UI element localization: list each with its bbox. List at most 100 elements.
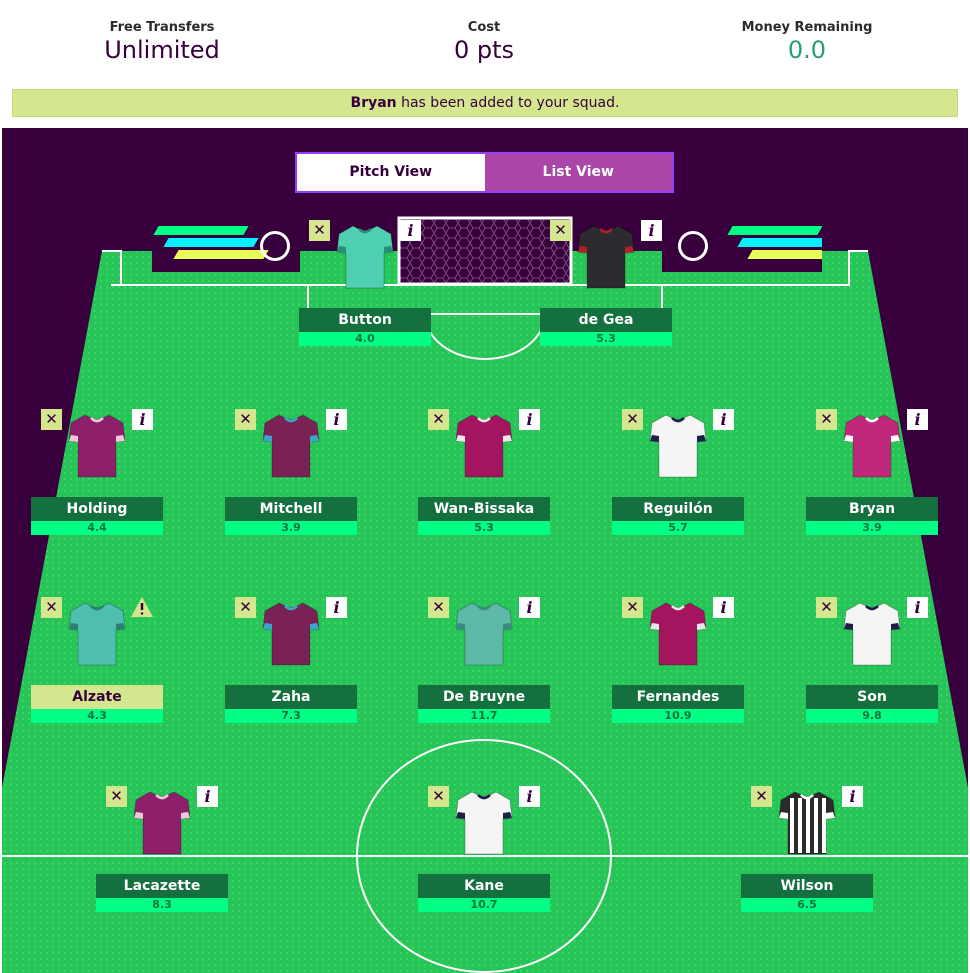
remove-player-close-icon[interactable]: ✕ <box>550 220 571 241</box>
free-transfers-value: Unlimited <box>104 36 220 64</box>
player-info-icon[interactable]: i <box>132 409 153 430</box>
remove-player-close-icon[interactable]: ✕ <box>622 597 643 618</box>
player-card[interactable]: ✕ i Lacazette 8.3 <box>96 786 228 936</box>
player-shirt <box>649 414 707 478</box>
player-name: Wan-Bissaka <box>418 497 550 521</box>
remove-player-close-icon[interactable]: ✕ <box>428 597 449 618</box>
player-info-icon[interactable]: i <box>907 409 928 430</box>
player-name: Reguilón <box>612 497 744 521</box>
remove-player-close-icon[interactable]: ✕ <box>816 409 837 430</box>
squad-added-alert: Bryan has been added to your squad. <box>12 89 958 117</box>
player-info-icon[interactable]: i <box>326 409 347 430</box>
remove-player-close-icon[interactable]: ✕ <box>428 786 449 807</box>
premier-league-board-right <box>662 220 822 272</box>
player-card[interactable]: ✕ i Button 4.0 <box>299 220 431 370</box>
player-card[interactable]: ✕ i Mitchell 3.9 <box>225 409 357 559</box>
cost-stat: Cost 0 pts <box>374 20 594 64</box>
money-remaining-stat: Money Remaining 0.0 <box>697 20 917 64</box>
cost-value: 0 pts <box>453 36 515 64</box>
player-shirt <box>336 225 394 289</box>
remove-player-close-icon[interactable]: ✕ <box>309 220 330 241</box>
player-name: Fernandes <box>612 685 744 709</box>
alert-text: has been added to your squad. <box>396 95 620 111</box>
player-shirt <box>262 414 320 478</box>
player-info-icon[interactable]: i <box>197 786 218 807</box>
player-card[interactable]: ✕ i Son 9.8 <box>806 597 938 747</box>
pitch: Pitch View List View ✕ i Button 4.0 ✕ i de Gea… <box>2 128 968 973</box>
player-shirt <box>649 602 707 666</box>
warning-icon[interactable] <box>130 596 154 618</box>
player-price: 7.3 <box>225 709 357 723</box>
free-transfers-stat: Free Transfers Unlimited <box>52 20 272 64</box>
player-price: 10.7 <box>418 898 550 912</box>
premier-league-lion-icon <box>260 231 290 261</box>
player-card[interactable]: ✕ i Holding 4.4 <box>31 409 163 559</box>
remove-player-close-icon[interactable]: ✕ <box>41 409 62 430</box>
player-shirt <box>68 602 126 666</box>
player-card[interactable]: ✕ i De Bruyne 11.7 <box>418 597 550 747</box>
player-name: Alzate <box>31 685 163 709</box>
pitch-view-tab[interactable]: Pitch View <box>297 154 485 191</box>
money-remaining-label: Money Remaining <box>741 20 873 35</box>
player-name: Lacazette <box>96 874 228 898</box>
player-name: Kane <box>418 874 550 898</box>
player-info-icon[interactable]: i <box>713 597 734 618</box>
player-price: 3.9 <box>225 521 357 535</box>
free-transfers-label: Free Transfers <box>109 20 215 35</box>
player-card[interactable]: ✕ i Kane 10.7 <box>418 786 550 936</box>
player-shirt <box>577 225 635 289</box>
remove-player-close-icon[interactable]: ✕ <box>622 409 643 430</box>
player-shirt <box>455 602 513 666</box>
remove-player-close-icon[interactable]: ✕ <box>235 597 256 618</box>
player-shirt <box>262 602 320 666</box>
player-shirt <box>843 602 901 666</box>
player-info-icon[interactable]: i <box>519 409 540 430</box>
premier-league-lion-icon <box>678 231 708 261</box>
view-toggle: Pitch View List View <box>295 152 674 193</box>
player-name: Mitchell <box>225 497 357 521</box>
player-card[interactable]: ✕ i Wilson 6.5 <box>741 786 873 936</box>
player-card[interactable]: ✕ i Fernandes 10.9 <box>612 597 744 747</box>
player-shirt <box>778 791 836 855</box>
player-info-icon[interactable]: i <box>400 220 421 241</box>
player-card[interactable]: ✕ i Zaha 7.3 <box>225 597 357 747</box>
player-card[interactable]: ✕ i de Gea 5.3 <box>540 220 672 370</box>
remove-player-close-icon[interactable]: ✕ <box>106 786 127 807</box>
player-price: 10.9 <box>612 709 744 723</box>
player-card[interactable]: ✕ i Wan-Bissaka 5.3 <box>418 409 550 559</box>
money-remaining-value: 0.0 <box>787 36 827 64</box>
player-name: De Bruyne <box>418 685 550 709</box>
player-name: Wilson <box>741 874 873 898</box>
player-price: 5.7 <box>612 521 744 535</box>
player-info-icon[interactable]: i <box>641 220 662 241</box>
remove-player-close-icon[interactable]: ✕ <box>816 597 837 618</box>
player-price: 4.4 <box>31 521 163 535</box>
player-price: 9.8 <box>806 709 938 723</box>
player-info-icon[interactable]: i <box>326 597 347 618</box>
player-info-icon[interactable]: i <box>713 409 734 430</box>
player-info-icon[interactable]: i <box>907 597 928 618</box>
remove-player-close-icon[interactable]: ✕ <box>751 786 772 807</box>
player-price: 3.9 <box>806 521 938 535</box>
player-card[interactable]: ✕ i Bryan 3.9 <box>806 409 938 559</box>
player-name: Holding <box>31 497 163 521</box>
player-name: Button <box>299 308 431 332</box>
player-info-icon[interactable]: i <box>519 597 540 618</box>
player-shirt <box>68 414 126 478</box>
remove-player-close-icon[interactable]: ✕ <box>235 409 256 430</box>
player-price: 6.5 <box>741 898 873 912</box>
player-info-icon[interactable]: i <box>519 786 540 807</box>
player-name: Bryan <box>806 497 938 521</box>
cost-label: Cost <box>467 20 501 35</box>
remove-player-close-icon[interactable]: ✕ <box>428 409 449 430</box>
remove-player-close-icon[interactable]: ✕ <box>41 597 62 618</box>
player-card[interactable]: ✕ i Reguilón 5.7 <box>612 409 744 559</box>
player-price: 11.7 <box>418 709 550 723</box>
list-view-tab[interactable]: List View <box>484 154 672 191</box>
player-info-icon[interactable]: i <box>842 786 863 807</box>
player-shirt <box>455 791 513 855</box>
player-card[interactable]: ✕ Alzate 4.3 <box>31 597 163 747</box>
player-price: 5.3 <box>540 332 672 346</box>
premier-league-board-left <box>152 220 300 272</box>
transfer-summary: Free Transfers Unlimited Cost 0 pts Mone… <box>0 0 970 88</box>
